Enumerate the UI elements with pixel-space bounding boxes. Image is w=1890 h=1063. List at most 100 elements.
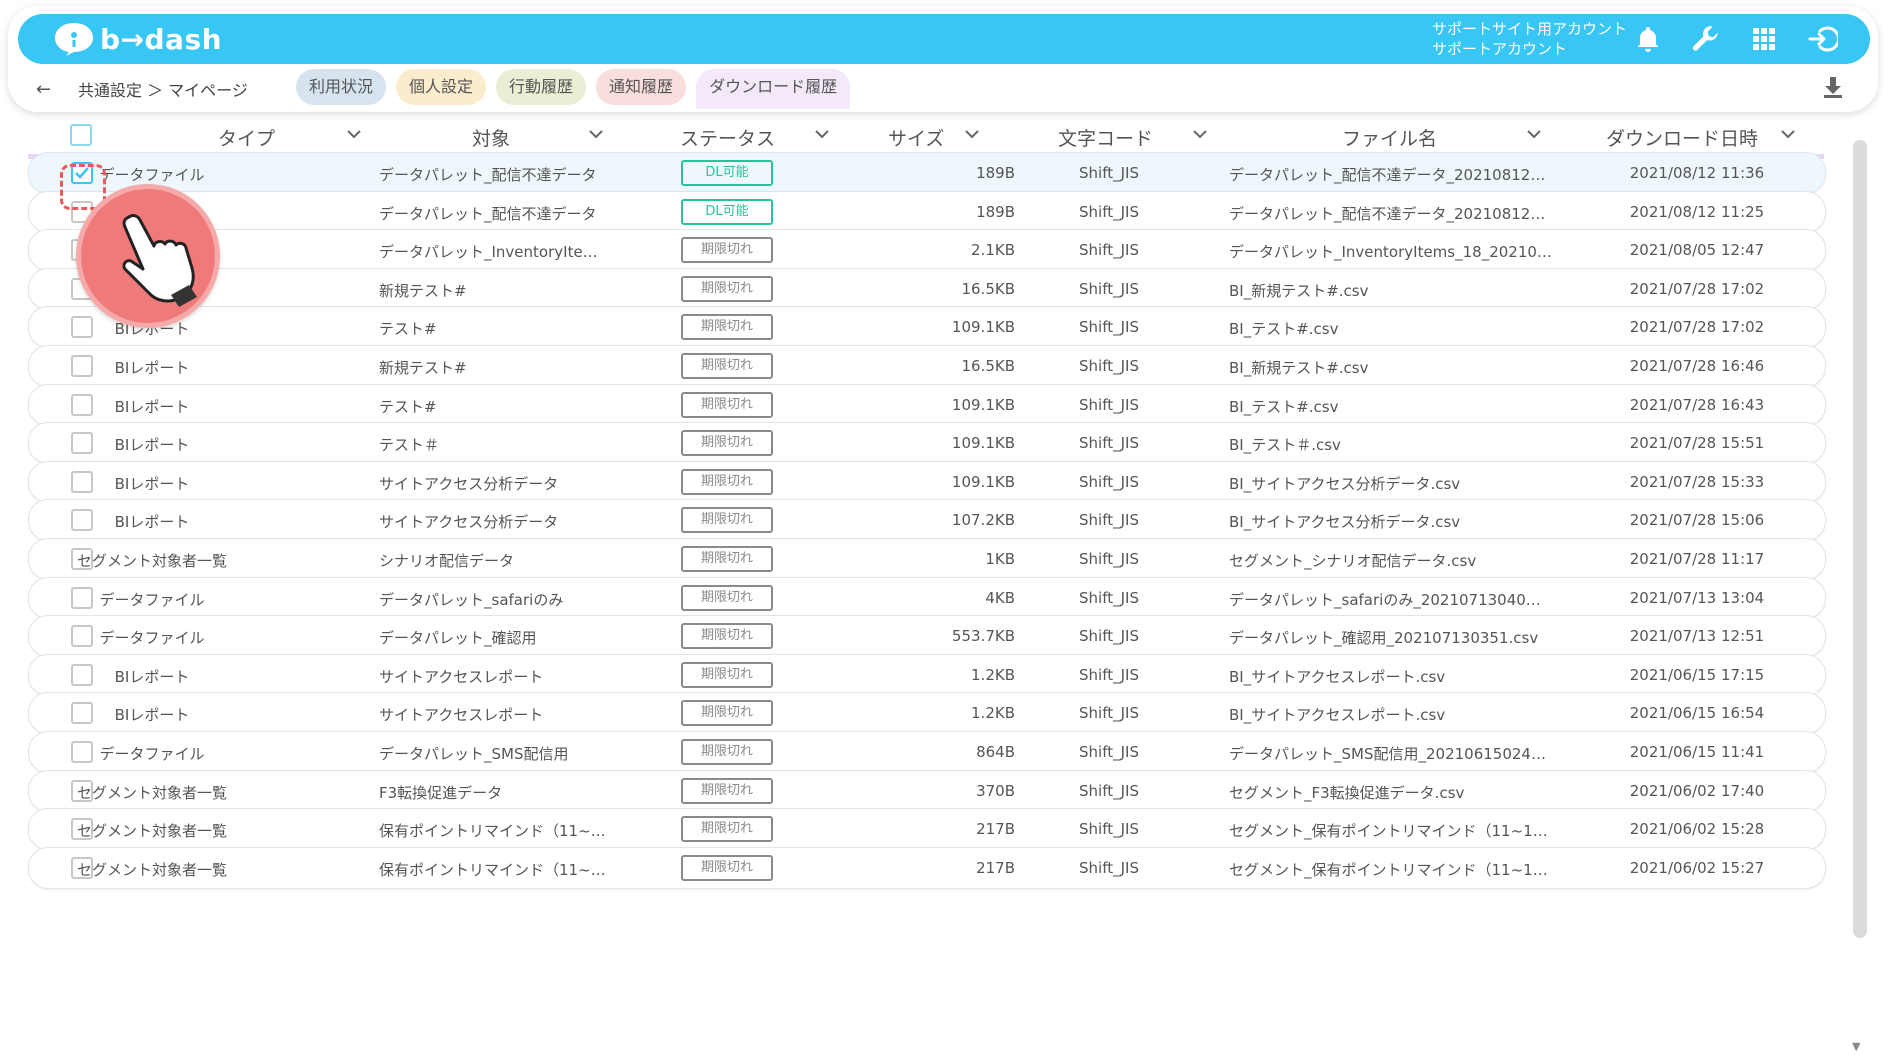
- cell-target: 新規テスト#: [379, 281, 467, 300]
- header-encoding[interactable]: 文字コード: [1058, 124, 1153, 151]
- cell-filename: データパレット_safariのみ_20210713040…: [1229, 590, 1541, 609]
- table-row[interactable]: BIレポート サイトアクセス分析データ 期限切れ 109.1KB Shift_JIS BI…: [28, 460, 1826, 503]
- select-all-checkbox[interactable]: [70, 124, 92, 146]
- cell-encoding: Shift_JIS: [1079, 357, 1139, 375]
- back-arrow-icon[interactable]: ←: [36, 79, 66, 100]
- cell-filename: セグメント_保有ポイントリマインド（11~1…: [1229, 860, 1548, 879]
- header-filename[interactable]: ファイル名: [1342, 124, 1437, 151]
- tab-usage[interactable]: 利用状況: [296, 69, 387, 105]
- cell-target: テスト#: [379, 320, 437, 339]
- tab-download-history[interactable]: ダウンロード履歴: [696, 69, 851, 109]
- cell-encoding: Shift_JIS: [1079, 472, 1139, 491]
- cell-type: BIレポート: [114, 667, 190, 686]
- table-row[interactable]: BIレポート新規テスト#期限切れ16.5KBShift_JISBI_新規テスト#…: [28, 345, 1826, 387]
- table-row[interactable]: BIレポート テスト＃ 期限切れ 109.1KB Shift_JIS BI_テスト＃.cs…: [28, 422, 1826, 465]
- tab-personal-settings[interactable]: 個人設定: [396, 69, 487, 105]
- cell-datetime: 2021/06/15 16:54: [1629, 704, 1765, 723]
- cell-type: セグメント対象者一覧: [76, 860, 227, 879]
- scroll-down-arrow-icon[interactable]: ▼: [1852, 1040, 1860, 1053]
- cell-size: 16.5KB: [961, 357, 1015, 375]
- cell-target: サイトアクセス分析データ: [379, 513, 559, 532]
- table-row[interactable]: データファイルデータパレット_配信不達データDL可能189BShift_JISデ…: [28, 152, 1826, 194]
- status-badge: 期限切れ: [681, 314, 773, 341]
- cell-encoding: Shift_JIS: [1079, 550, 1139, 568]
- table-row[interactable]: データファイルデータパレット_配信不達データDL可能189BShift_JISデ…: [28, 190, 1826, 233]
- logo[interactable]: b→dash: [52, 21, 222, 57]
- cell-filename: BI_サイトアクセスレポート.csv: [1229, 667, 1446, 686]
- top-bar: b→dash サポートサイト用アカウント サポートアカウント: [18, 14, 1870, 64]
- header-type[interactable]: タイプ: [218, 124, 275, 151]
- table-row[interactable]: BIレポート テスト# 期限切れ 109.1KB Shift_JIS BI_テスト#.cs…: [28, 306, 1826, 349]
- table-row[interactable]: セグメント対象者一覧 シナリオ配信データ 期限切れ 1KB Shift_JIS セグメント…: [28, 538, 1826, 580]
- cell-encoding: Shift_JIS: [1079, 279, 1139, 298]
- chevron-down-icon[interactable]: [346, 128, 362, 140]
- cell-type: BIレポート: [114, 436, 190, 455]
- table-row[interactable]: データファイルデータパレット_InventoryIte…期限切れ2.1KBShi…: [28, 229, 1826, 272]
- wrench-icon[interactable]: [1690, 23, 1722, 55]
- cell-encoding: Shift_JIS: [1079, 202, 1139, 221]
- cell-filename: BI_テスト#.csv: [1229, 320, 1339, 339]
- cell-target: データパレット_配信不達データ: [379, 204, 597, 223]
- bell-icon[interactable]: [1632, 23, 1664, 55]
- cell-type: BIレポート: [114, 513, 190, 532]
- cell-size: 109.1KB: [951, 434, 1015, 453]
- cell-filename: データパレット_InventoryItems_18_20210…: [1229, 243, 1552, 262]
- table-row[interactable]: セグメント対象者一覧 保有ポイントリマインド（11~… 期限切れ 217B Shift_…: [28, 846, 1826, 889]
- status-badge: 期限切れ: [681, 430, 773, 457]
- status-badge: 期限切れ: [681, 546, 773, 572]
- cell-filename: セグメント_F3転換促進データ.csv: [1229, 783, 1465, 802]
- status-badge: 期限切れ: [681, 739, 773, 765]
- cell-size: 109.1KB: [951, 395, 1015, 414]
- table-row[interactable]: BIレポート サイトアクセス分析データ 期限切れ 107.2KB Shift_JIS BI…: [28, 499, 1826, 542]
- cell-datetime: 2021/08/12 11:36: [1629, 164, 1765, 182]
- cell-target: データパレット_確認用: [379, 629, 537, 648]
- chevron-down-icon[interactable]: [588, 128, 604, 140]
- cell-target: データパレット_配信不達データ: [379, 166, 597, 184]
- cell-datetime: 2021/06/02 17:40: [1629, 781, 1765, 800]
- logout-icon[interactable]: [1806, 23, 1840, 55]
- header-target[interactable]: 対象: [472, 124, 510, 151]
- cell-datetime: 2021/07/28 11:17: [1629, 550, 1765, 568]
- cell-type: BIレポート: [114, 359, 190, 377]
- status-badge: 期限切れ: [681, 353, 773, 379]
- chevron-down-icon[interactable]: [1526, 128, 1542, 140]
- cell-target: データパレット_InventoryIte…: [379, 243, 598, 262]
- status-badge[interactable]: DL可能: [681, 198, 773, 225]
- cell-target: データパレット_safariのみ: [379, 590, 564, 609]
- cell-filename: BI_新規テスト#.csv: [1229, 359, 1369, 377]
- cell-encoding: Shift_JIS: [1079, 820, 1139, 839]
- cell-size: 217B: [976, 820, 1015, 839]
- header-size[interactable]: サイズ: [888, 124, 944, 151]
- status-badge: 期限切れ: [681, 275, 773, 302]
- table-row[interactable]: データファイル データパレット_SMS配信用 期限切れ 864B Shift_JIS デー…: [28, 731, 1826, 773]
- account-line-2: サポートアカウント: [1432, 40, 1568, 58]
- chevron-down-icon[interactable]: [814, 128, 830, 140]
- status-badge: 期限切れ: [681, 623, 773, 650]
- table-row[interactable]: データファイル データパレット_確認用 期限切れ 553.7KB Shift_JIS デー…: [28, 615, 1826, 658]
- table-row[interactable]: BIレポート サイトアクセスレポート 期限切れ 1.2KB Shift_JIS BI_サイ…: [28, 653, 1826, 696]
- table-row[interactable]: BIレポート テスト# 期限切れ 109.1KB Shift_JIS BI_テスト#.cs…: [28, 383, 1826, 426]
- chevron-down-icon[interactable]: [1780, 128, 1796, 140]
- table-row[interactable]: BIレポート新規テスト#期限切れ16.5KBShift_JISBI_新規テスト#…: [28, 267, 1826, 310]
- table-row[interactable]: セグメント対象者一覧 F3転換促進データ 期限切れ 370B Shift_JIS セグメン…: [28, 769, 1826, 812]
- cell-datetime: 2021/07/13 12:51: [1629, 627, 1765, 646]
- chevron-down-icon[interactable]: [964, 128, 980, 140]
- status-badge[interactable]: DL可能: [681, 160, 773, 186]
- status-badge: 期限切れ: [681, 584, 773, 611]
- tab-notification-history[interactable]: 通知履歴: [596, 69, 687, 105]
- table-row[interactable]: セグメント対象者一覧 保有ポイントリマインド（11~… 期限切れ 217B Shift_…: [28, 808, 1826, 851]
- cell-datetime: 2021/07/28 17:02: [1629, 318, 1765, 337]
- cell-filename: セグメント_保有ポイントリマインド（11~1…: [1229, 822, 1548, 841]
- download-icon[interactable]: [1820, 74, 1846, 100]
- grid-icon[interactable]: [1748, 23, 1780, 55]
- vertical-scrollbar[interactable]: [1853, 140, 1867, 938]
- cell-size: 370B: [976, 781, 1015, 800]
- tab-activity-history[interactable]: 行動履歴: [496, 69, 587, 105]
- header-datetime[interactable]: ダウンロード日時: [1606, 124, 1758, 151]
- table-row[interactable]: BIレポート サイトアクセスレポート 期限切れ 1.2KB Shift_JIS BI_サイ…: [28, 692, 1826, 735]
- cell-encoding: Shift_JIS: [1079, 434, 1139, 453]
- table-row[interactable]: データファイル データパレット_safariのみ 期限切れ 4KB Shift_JIS デ…: [28, 576, 1826, 619]
- header-status[interactable]: ステータス: [680, 124, 775, 151]
- chevron-down-icon[interactable]: [1192, 128, 1208, 140]
- cell-datetime: 2021/06/02 15:28: [1629, 820, 1765, 839]
